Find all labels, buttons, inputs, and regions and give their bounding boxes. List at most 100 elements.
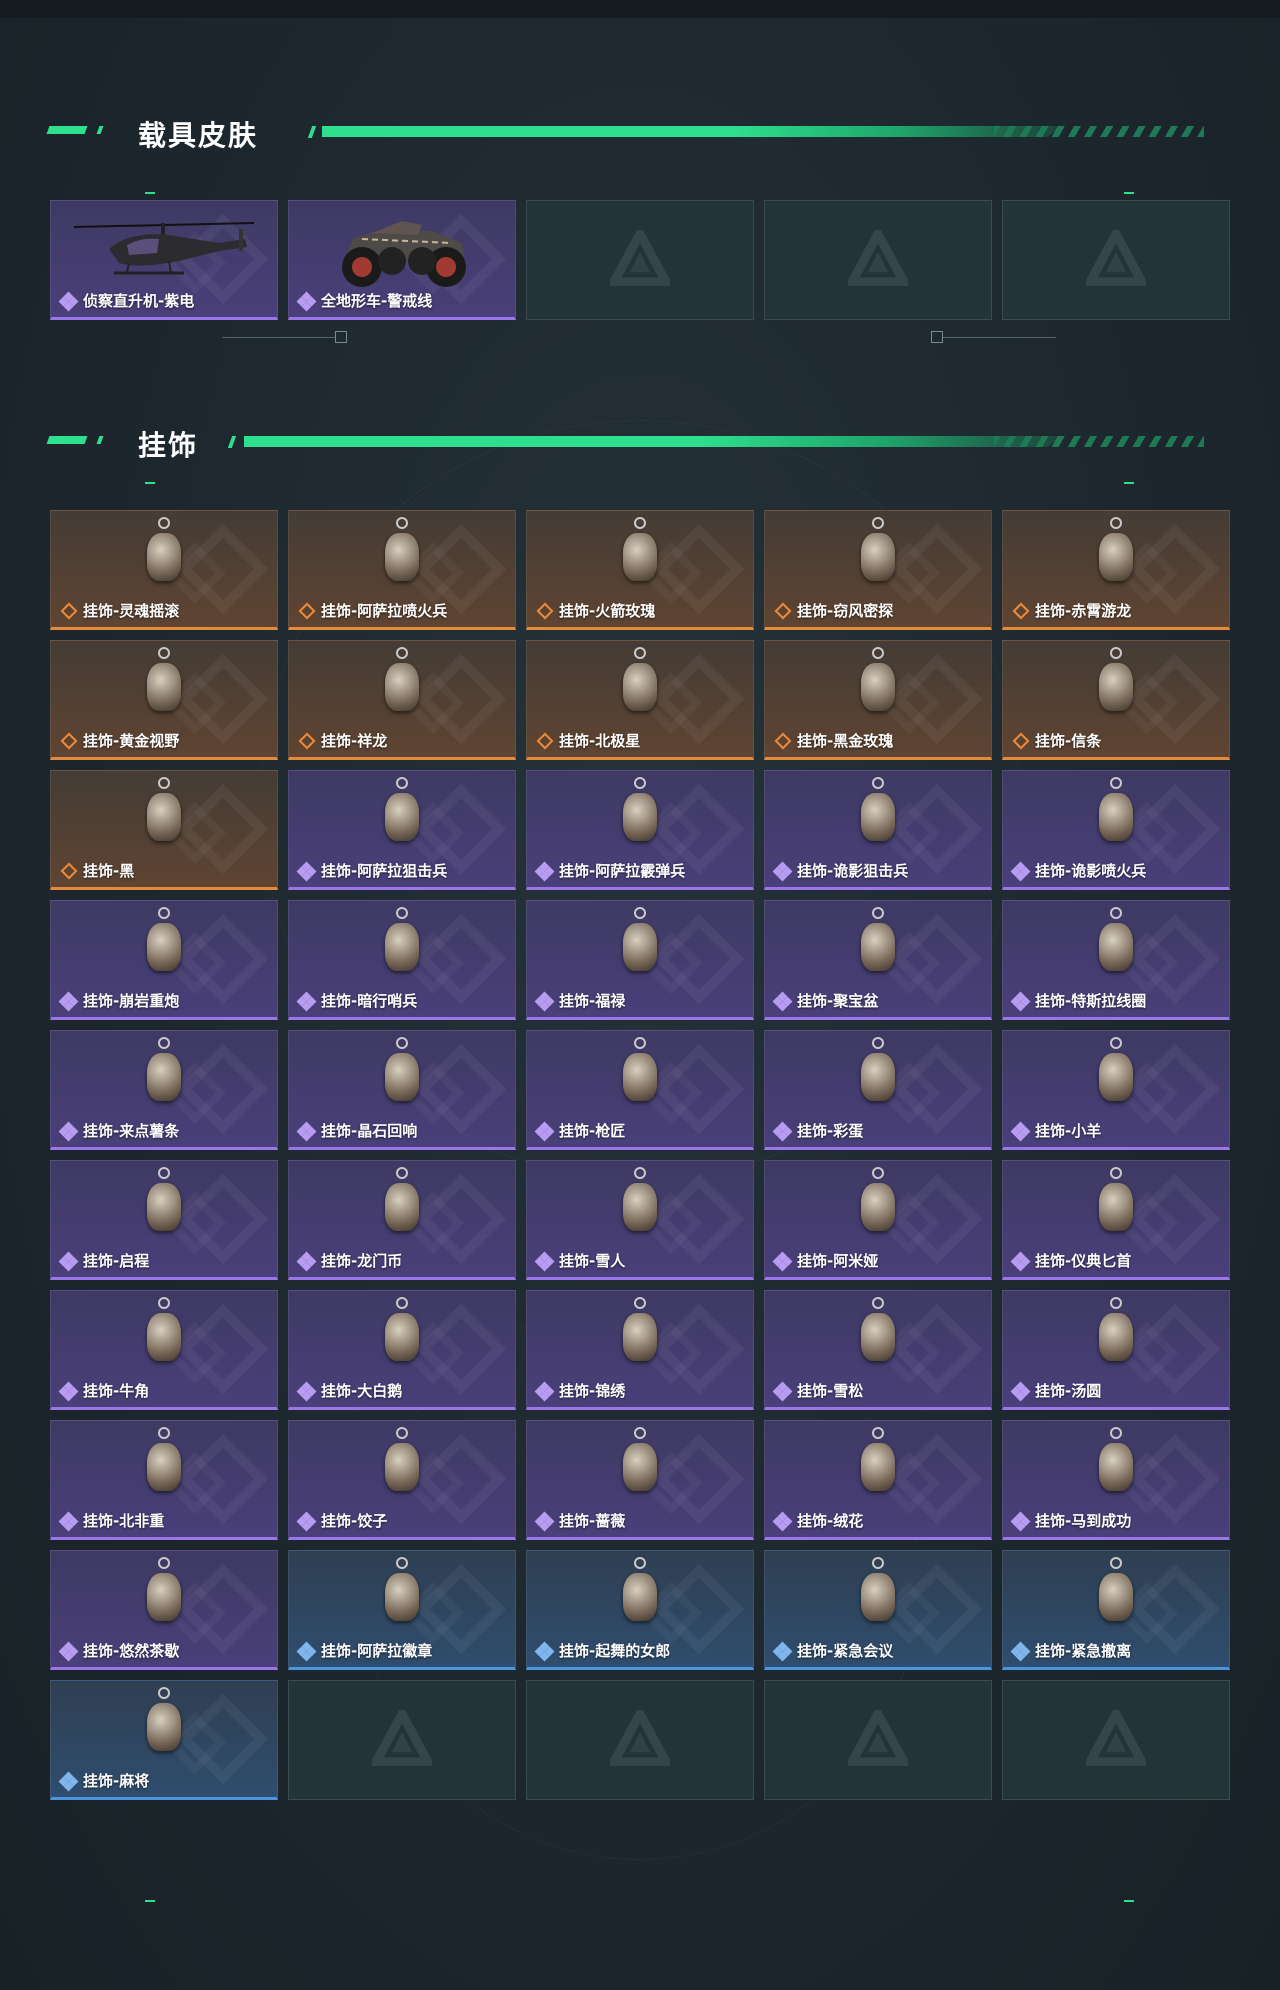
rarity-diamond-icon [773, 602, 793, 619]
item-label: 挂饰-北极星 [535, 730, 640, 751]
charm-figure-icon [385, 1443, 419, 1491]
corner-mark [1124, 192, 1134, 194]
item-name: 挂饰-祥龙 [321, 732, 388, 750]
corner-mark [1124, 1900, 1134, 1902]
item-card[interactable]: 挂饰-信条 [1002, 640, 1230, 760]
keyring-icon [634, 777, 646, 789]
item-card[interactable]: 挂饰-枪匠 [526, 1030, 754, 1150]
item-name: 挂饰-牛角 [83, 1382, 150, 1400]
item-card[interactable]: 挂饰-牛角 [50, 1290, 278, 1410]
item-card[interactable]: 挂饰-阿萨拉喷火兵 [288, 510, 516, 630]
item-card[interactable]: 挂饰-绒花 [764, 1420, 992, 1540]
item-card[interactable]: 挂饰-起舞的女郎 [526, 1550, 754, 1670]
item-label: 挂饰-窃风密探 [773, 600, 893, 621]
charm-figure-icon [147, 1703, 181, 1751]
item-card[interactable]: 挂饰-火箭玫瑰 [526, 510, 754, 630]
keyring-icon [396, 647, 408, 659]
charm-figure-icon [861, 1183, 895, 1231]
item-card[interactable]: 挂饰-马到成功 [1002, 1420, 1230, 1540]
item-label: 挂饰-牛角 [58, 1380, 150, 1401]
rarity-diamond-icon [772, 1251, 793, 1271]
empty-slot [1002, 200, 1230, 320]
item-card[interactable]: 挂饰-赤霄游龙 [1002, 510, 1230, 630]
item-name: 挂饰-阿萨拉喷火兵 [321, 602, 448, 620]
item-card[interactable]: 挂饰-饺子 [288, 1420, 516, 1540]
item-label: 挂饰-紧急会议 [772, 1640, 894, 1661]
item-card[interactable]: 挂饰-阿萨拉霰弹兵 [526, 770, 754, 890]
item-name: 挂饰-蔷薇 [559, 1512, 626, 1530]
section-header-charms: 挂饰 [46, 422, 1204, 462]
item-card[interactable]: 挂饰-北极星 [526, 640, 754, 760]
item-label: 挂饰-起舞的女郎 [534, 1640, 670, 1661]
item-label: 挂饰-马到成功 [1010, 1510, 1131, 1531]
charm-figure-icon [623, 1573, 657, 1621]
item-label: 挂饰-黑金玫瑰 [773, 730, 893, 751]
item-card[interactable]: 挂饰-龙门币 [288, 1160, 516, 1280]
rarity-diamond-icon [1010, 1251, 1031, 1271]
item-card[interactable]: 挂饰-麻将 [50, 1680, 278, 1800]
item-card[interactable]: 挂饰-阿米娅 [764, 1160, 992, 1280]
item-name: 挂饰-晶石回响 [321, 1122, 418, 1140]
charm-figure-icon [1099, 1053, 1133, 1101]
charm-figure-icon [1099, 663, 1133, 711]
item-card[interactable]: 挂饰-紧急撤离 [1002, 1550, 1230, 1670]
item-name: 挂饰-来点薯条 [83, 1122, 180, 1140]
item-name: 挂饰-雪人 [559, 1252, 626, 1270]
item-card[interactable]: 挂饰-雪松 [764, 1290, 992, 1410]
item-card[interactable]: 挂饰-黑金玫瑰 [764, 640, 992, 760]
item-label: 挂饰-雪松 [772, 1380, 863, 1401]
item-card[interactable]: 挂饰-特斯拉线圈 [1002, 900, 1230, 1020]
corner-mark [145, 482, 155, 484]
item-name: 挂饰-紧急撤离 [1035, 1642, 1132, 1660]
item-card[interactable]: 全地形车-警戒线 [288, 200, 516, 320]
item-card[interactable]: 挂饰-黑 [50, 770, 278, 890]
rarity-diamond-icon [58, 991, 79, 1011]
item-card[interactable]: 挂饰-阿萨拉狙击兵 [288, 770, 516, 890]
item-card[interactable]: 挂饰-黄金视野 [50, 640, 278, 760]
item-label: 挂饰-蔷薇 [534, 1510, 626, 1531]
item-card[interactable]: 挂饰-来点薯条 [50, 1030, 278, 1150]
item-name: 挂饰-阿萨拉霰弹兵 [559, 862, 686, 880]
keyring-icon [872, 1557, 884, 1569]
charm-figure-icon [147, 1443, 181, 1491]
item-card[interactable]: 挂饰-锦绣 [526, 1290, 754, 1410]
item-card[interactable]: 挂饰-仪典匕首 [1002, 1160, 1230, 1280]
rarity-diamond-icon [1010, 1511, 1031, 1531]
item-card[interactable]: 挂饰-聚宝盆 [764, 900, 992, 1020]
header-tick [46, 126, 88, 134]
item-card[interactable]: 挂饰-北非重 [50, 1420, 278, 1540]
item-card[interactable]: 挂饰-紧急会议 [764, 1550, 992, 1670]
rarity-diamond-icon [58, 1641, 79, 1661]
section-title-vehicles: 载具皮肤 [138, 119, 259, 152]
item-card[interactable]: 挂饰-悠然茶歇 [50, 1550, 278, 1670]
item-card[interactable]: 挂饰-诡影狙击兵 [764, 770, 992, 890]
item-card[interactable]: 挂饰-祥龙 [288, 640, 516, 760]
item-card[interactable]: 挂饰-大白鹅 [288, 1290, 516, 1410]
charm-figure-icon [623, 923, 657, 971]
item-card[interactable]: 挂饰-阿萨拉徽章 [288, 1550, 516, 1670]
item-label: 挂饰-枪匠 [534, 1120, 625, 1141]
rarity-diamond-icon [772, 1641, 793, 1661]
item-card[interactable]: 挂饰-彩蛋 [764, 1030, 992, 1150]
item-name: 挂饰-紧急会议 [797, 1642, 894, 1660]
keyring-icon [872, 777, 884, 789]
item-card[interactable]: 挂饰-雪人 [526, 1160, 754, 1280]
item-card[interactable]: 挂饰-窃风密探 [764, 510, 992, 630]
item-card[interactable]: 挂饰-小羊 [1002, 1030, 1230, 1150]
keyring-icon [158, 1557, 170, 1569]
header-tick [46, 436, 88, 444]
charm-figure-icon [147, 923, 181, 971]
item-card[interactable]: 挂饰-启程 [50, 1160, 278, 1280]
item-card[interactable]: 挂饰-崩岩重炮 [50, 900, 278, 1020]
item-card[interactable]: 挂饰-晶石回响 [288, 1030, 516, 1150]
item-name: 挂饰-北非重 [83, 1512, 165, 1530]
item-card[interactable]: 挂饰-汤圆 [1002, 1290, 1230, 1410]
item-name: 挂饰-大白鹅 [321, 1382, 403, 1400]
item-card[interactable]: 挂饰-暗行哨兵 [288, 900, 516, 1020]
item-card[interactable]: 侦察直升机-紫电 [50, 200, 278, 320]
item-card[interactable]: 挂饰-福禄 [526, 900, 754, 1020]
item-card[interactable]: 挂饰-灵魂摇滚 [50, 510, 278, 630]
item-card[interactable]: 挂饰-蔷薇 [526, 1420, 754, 1540]
item-card[interactable]: 挂饰-诡影喷火兵 [1002, 770, 1230, 890]
item-name: 挂饰-仪典匕首 [1035, 1252, 1132, 1270]
